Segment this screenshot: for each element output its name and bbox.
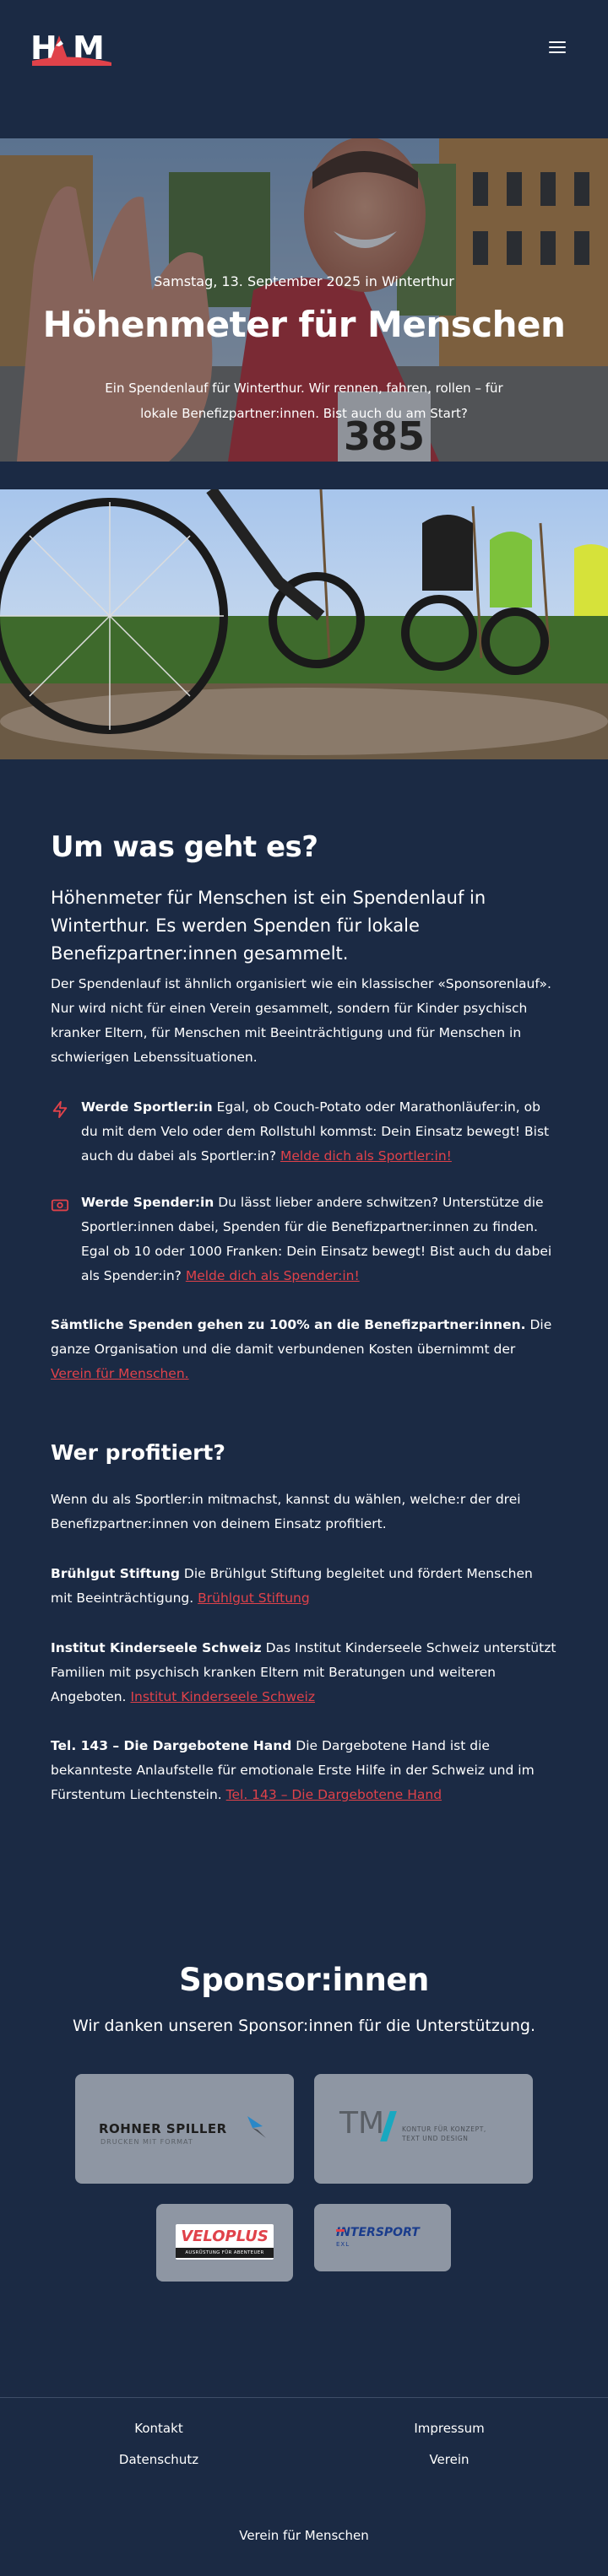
sponsor-tagline: DRUCKEN MIT FORMAT — [100, 2138, 193, 2146]
footer-divider — [0, 2397, 608, 2398]
sponsor-card-intersport[interactable]: INTERSPORT EXL — [314, 2204, 451, 2271]
footer-link-datenschutz[interactable]: Datenschutz — [74, 2452, 243, 2467]
sportler-signup-link[interactable]: Melde dich als Sportler:in! — [280, 1148, 452, 1164]
partner-name: Tel. 143 – Die Dargebotene Hand — [51, 1738, 292, 1753]
partner-name: Institut Kinderseele Schweiz — [51, 1640, 262, 1655]
spender-signup-link[interactable]: Melde dich als Spender:in! — [186, 1268, 360, 1283]
footer-link-kontakt[interactable]: Kontakt — [74, 2421, 243, 2436]
menu-button[interactable] — [547, 39, 569, 56]
hamburger-icon — [549, 41, 566, 43]
sportler-title: Werde Sportler:in — [81, 1099, 213, 1115]
sponsors-subtitle: Wir danken unseren Sponsor:innen für die… — [72, 2017, 536, 2035]
sponsor-card-rohner[interactable]: ROHNER SPILLER DRUCKEN MIT FORMAT — [75, 2074, 294, 2184]
footer-link-verein[interactable]: Verein — [365, 2452, 534, 2467]
partner-link-bruehlgut[interactable]: Brühlgut Stiftung — [198, 1590, 310, 1606]
sponsors-heading: Sponsor:innen — [179, 1962, 429, 1998]
partner-item: Brühlgut Stiftung Die Brühlgut Stiftung … — [51, 1562, 557, 1611]
sponsor-card-tm[interactable]: TM KONTUR FÜR KONZEPT, TEXT UND DESIGN — [314, 2074, 533, 2184]
about-intro: Der Spendenlauf ist ähnlich organisiert … — [51, 976, 551, 1065]
sponsor-name: TM — [339, 2106, 385, 2141]
sponsor-name: INTERSPORT — [336, 2226, 420, 2239]
profit-intro: Wenn du als Sportler:in mitmachst, kanns… — [51, 1492, 521, 1531]
spender-title: Werde Spender:in — [81, 1195, 214, 1210]
sponsor-tagline: AUSRÜSTUNG FÜR ABENTEUER — [176, 2248, 274, 2258]
partner-item: Tel. 143 – Die Dargebotene Hand Die Darg… — [51, 1734, 557, 1807]
partner-link-143[interactable]: Tel. 143 – Die Dargebotene Hand — [226, 1787, 442, 1802]
footer-org: Verein für Menschen — [239, 2528, 369, 2543]
hero-section: 385 Samstag, 13. September 2025 in Winte… — [0, 138, 608, 462]
donations-bold: Sämtliche Spenden gehen zu 100% an die B… — [51, 1317, 526, 1332]
footer-link-impressum[interactable]: Impressum — [365, 2421, 534, 2436]
event-date: Samstag, 13. September 2025 in Winterthu… — [154, 273, 454, 289]
sponsor-name: ROHNER SPILLER — [99, 2121, 227, 2136]
site-logo[interactable]: H M — [30, 27, 113, 66]
bike-image — [0, 489, 608, 759]
hero-text: Ein Spendenlauf für Winterthur. Wir renn… — [105, 381, 503, 421]
profit-heading: Wer profitiert? — [51, 1440, 225, 1465]
sponsor-card-veloplus[interactable]: VELOPLUS AUSRÜSTUNG FÜR ABENTEUER — [156, 2204, 293, 2282]
sponsor-name: VELOPLUS — [181, 2228, 269, 2245]
partner-name: Brühlgut Stiftung — [51, 1566, 180, 1581]
spender-block: Werde Spender:in Du lässt lieber andere … — [51, 1191, 557, 1288]
sportler-block: Werde Sportler:in Egal, ob Couch-Potato … — [51, 1095, 557, 1169]
about-lead: Höhenmeter für Menschen ist ein Spendenl… — [51, 888, 486, 964]
page-title: Höhenmeter für Menschen — [42, 304, 566, 345]
verein-link[interactable]: Verein für Menschen. — [51, 1366, 189, 1381]
lightning-icon — [52, 1100, 68, 1119]
sponsor-logo-mark — [247, 2116, 266, 2138]
site-header: H M — [0, 0, 608, 93]
about-heading: Um was geht es? — [51, 830, 318, 864]
sponsor-tagline: KONTUR FÜR KONZEPT, TEXT UND DESIGN — [402, 2125, 486, 2142]
partner-item: Institut Kinderseele Schweiz Das Institu… — [51, 1636, 557, 1709]
money-icon — [51, 1199, 69, 1212]
partner-link-kinderseele[interactable]: Institut Kinderseele Schweiz — [130, 1689, 315, 1704]
sponsor-tagline: EXL — [336, 2241, 350, 2248]
donations-note: Sämtliche Spenden gehen zu 100% an die B… — [51, 1313, 557, 1386]
